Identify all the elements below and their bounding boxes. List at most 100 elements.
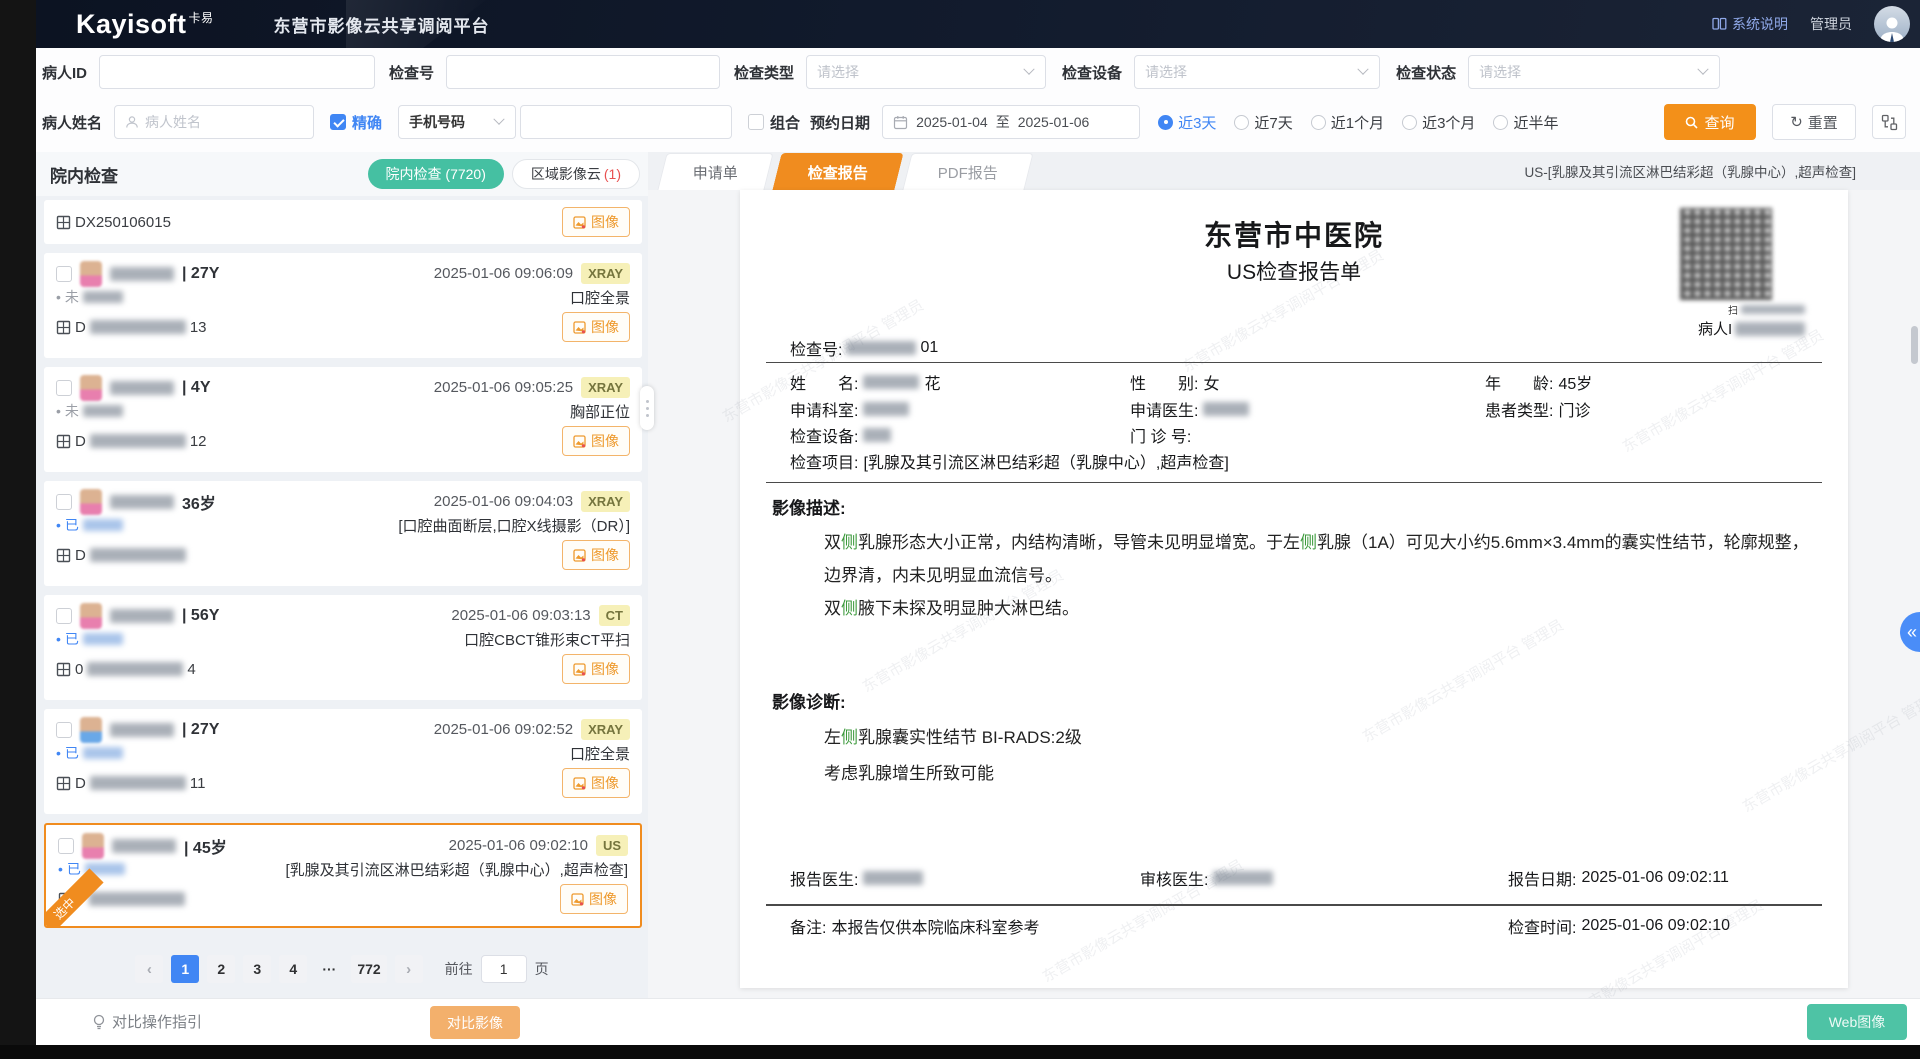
patient-id-input[interactable] [99,55,375,89]
image-button[interactable]: 图像 [562,768,630,798]
search-filter-bar: 病人ID 检查号 检查类型 请选择 检查设备 请选择 检查状态 请选择 病人姓名 [36,48,1920,152]
read-status: •未 [56,401,123,421]
exam-list-header: 院内检查 院内检查 (7720) 区域影像云(1) [36,152,648,196]
field-age: 年 龄:45岁 [1485,370,1592,394]
redacted-name [110,723,174,737]
exam-datetime: 2025-01-06 09:06:09 [434,265,573,282]
tab-application-form[interactable]: 申请单 [657,153,773,190]
field-req-doctor: 申请医生: [1130,397,1249,421]
tab-pdf-report[interactable]: PDF报告 [902,153,1033,190]
row-checkbox[interactable] [56,266,72,282]
search-icon [1685,116,1698,129]
row-checkbox[interactable] [56,494,72,510]
current-exam-label: US-[乳腺及其引流区淋巴结彩超（乳腺中心）,超声检查] [1524,161,1920,181]
exam-datetime: 2025-01-06 09:04:03 [434,493,573,510]
patient-name-input[interactable]: 病人姓名 [114,105,314,139]
exam-device-label: 检查设备 [1062,62,1122,83]
header-right-group: 系统说明 管理员 [1712,6,1920,42]
vertical-scrollbar[interactable] [1911,326,1918,364]
patient-name-placeholder: 病人姓名 [145,112,201,132]
phone-input[interactable] [520,105,732,139]
search-row-2: 病人姓名 病人姓名 精确 手机号码 组合 预约日期 2025-01-04 至 2… [36,96,1920,148]
lightbulb-icon [92,1014,106,1030]
exam-description: 口腔全景 [570,287,630,308]
image-button[interactable]: 图像 [562,540,630,570]
user-avatar[interactable] [1874,6,1910,42]
tab-hospital-exams[interactable]: 院内检查 (7720) [368,159,504,189]
combine-label: 组合 [770,112,800,133]
image-button[interactable]: 图像 [562,207,630,237]
chevron-down-icon [1023,64,1034,75]
field-dept: 申请科室: [790,397,909,421]
exam-number: D13 [56,319,207,336]
image-button[interactable]: 图像 [562,312,630,342]
exam-status-select[interactable]: 请选择 [1468,55,1720,89]
web-image-button[interactable]: Web图像 [1807,1004,1907,1040]
redacted-name [112,839,176,853]
image-button[interactable]: 图像 [562,426,630,456]
tab-region-cloud[interactable]: 区域影像云(1) [512,159,640,189]
next-page-button[interactable]: › [395,955,423,983]
redacted-name [110,267,174,281]
range-option-halfyear[interactable]: 近半年 [1493,112,1558,133]
exam-type-select[interactable]: 请选择 [806,55,1046,89]
exam-no-input[interactable] [446,55,720,89]
list-item[interactable]: 36岁2025-01-06 09:04:03XRAY •已[口腔曲面断层,口腔X… [44,481,642,586]
row-checkbox[interactable] [56,608,72,624]
divider [766,482,1822,483]
range-option-3months[interactable]: 近3个月 [1402,112,1475,133]
exam-device-select[interactable]: 请选择 [1134,55,1380,89]
report-footer: 报告医生: 审核医生: 报告日期:2025-01-06 09:02:11 [740,866,1848,888]
radio-icon [1493,115,1508,130]
compare-images-button[interactable]: 对比影像 [430,1006,520,1039]
film-icon [56,215,71,230]
date-separator: 至 [996,112,1010,132]
list-item[interactable]: | 27Y2025-01-06 09:02:52XRAY •已口腔全景 D11图… [44,709,642,814]
patient-avatar [80,489,102,515]
range-option-1month[interactable]: 近1个月 [1311,112,1384,133]
system-help-link[interactable]: 系统说明 [1712,14,1788,34]
search-button[interactable]: 查询 [1664,104,1756,140]
page-button-4[interactable]: 4 [279,955,307,983]
patient-age: | 4Y [182,379,211,397]
patient-id-label: 病人ID [42,62,87,83]
row-checkbox[interactable] [56,722,72,738]
phone-field-select[interactable]: 手机号码 [398,105,516,139]
range-option-7days[interactable]: 近7天 [1234,112,1292,133]
list-item[interactable]: | 27Y2025-01-06 09:06:09XRAY •未口腔全景 D13图… [44,253,642,358]
layout-toggle-button[interactable] [1872,105,1906,139]
image-button[interactable]: 图像 [562,654,630,684]
image-button[interactable]: 图像 [560,884,628,914]
list-item[interactable]: | 4Y2025-01-06 09:05:25XRAY •未胸部正位 D12图像 [44,367,642,472]
range-option-3days[interactable]: 近3天 [1158,112,1216,133]
exact-checkbox[interactable] [330,114,346,130]
pagination: ‹ 1 2 3 4 ··· 772 › 前往 页 [36,940,648,998]
list-item-partial[interactable]: DX250106015 图像 [44,200,642,244]
page-button-3[interactable]: 3 [243,955,271,983]
image-icon [573,435,586,448]
divider [766,904,1822,906]
page-button-2[interactable]: 2 [207,955,235,983]
compare-guide-link[interactable]: 对比操作指引 [92,1011,202,1032]
prev-page-button[interactable]: ‹ [135,955,163,983]
page-button-last[interactable]: 772 [351,955,386,983]
reset-button[interactable]: ↻ 重置 [1772,104,1856,140]
tab-exam-report[interactable]: 检查报告 [772,153,903,190]
page-button-1[interactable]: 1 [171,955,199,983]
date-range-input[interactable]: 2025-01-04 至 2025-01-06 [882,105,1140,139]
page-ellipsis[interactable]: ··· [315,955,343,983]
row-checkbox[interactable] [56,380,72,396]
list-item[interactable]: | 56Y2025-01-06 09:03:13CT •已口腔CBCT锥形束CT… [44,595,642,700]
panel-resize-handle[interactable] [640,386,654,430]
exam-device-placeholder: 请选择 [1145,62,1187,82]
calendar-icon [893,115,908,130]
desc-section-title: 影像描述: [772,494,846,519]
row-checkbox[interactable] [58,838,74,854]
combine-checkbox[interactable] [748,114,764,130]
list-item-selected[interactable]: | 45岁2025-01-06 09:02:10US •已[乳腺及其引流区淋巴结… [44,823,642,928]
exam-number: D11 [56,775,205,792]
patient-age: | 27Y [182,721,219,739]
exam-datetime: 2025-01-06 09:05:25 [434,379,573,396]
radio-icon [1402,115,1417,130]
goto-page-input[interactable] [481,955,527,983]
